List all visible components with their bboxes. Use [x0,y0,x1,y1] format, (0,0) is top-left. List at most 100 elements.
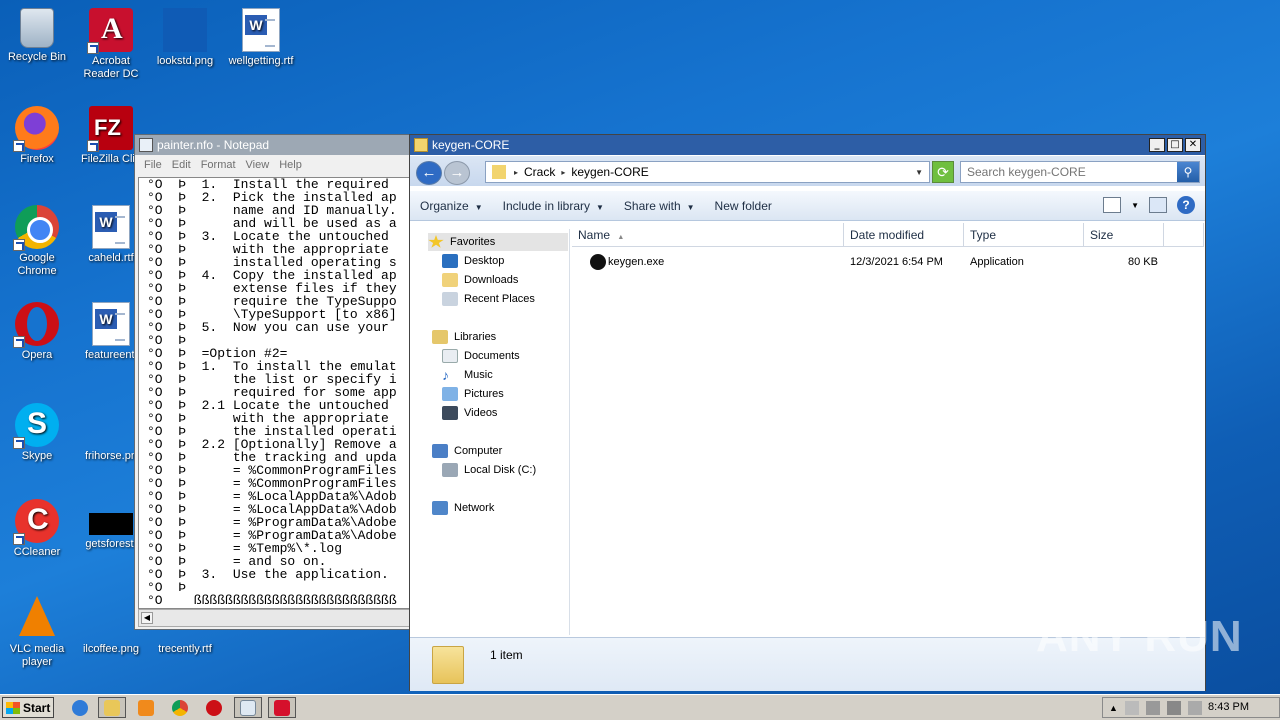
nav-local-disk[interactable]: Local Disk (C:) [442,461,536,479]
menu-file[interactable]: File [139,159,167,171]
disk-icon [442,463,458,477]
column-header-spacer [1164,223,1204,247]
forward-button[interactable]: → [444,161,470,185]
nav-desktop[interactable]: Desktop [442,252,504,270]
file-row[interactable]: keygen.exe 12/3/2021 6:54 PM Application… [572,253,1172,273]
column-header-size[interactable]: Size [1084,223,1164,247]
nav-libraries[interactable]: Libraries [432,328,496,346]
volume-icon[interactable] [1145,700,1160,715]
network-status-icon[interactable] [1166,700,1181,715]
nav-favorites[interactable]: Favorites [428,233,568,251]
menu-format[interactable]: Format [196,159,241,171]
notepad-titlebar[interactable]: painter.nfo - Notepad [135,135,411,155]
desktop-icon-label: Google Chrome [17,252,57,277]
search-box[interactable]: ⚲ [960,161,1200,183]
nav-downloads[interactable]: Downloads [442,271,518,289]
column-header-name[interactable]: Name ▲ [572,223,844,247]
notepad-text-area[interactable]: °O Þ 1. Install the required °O Þ 2. Pick… [138,177,410,609]
taskbar-explorer[interactable] [98,697,126,718]
column-header-type[interactable]: Type [964,223,1084,247]
image-file-icon [89,513,133,535]
downloads-icon [442,273,458,287]
nav-documents[interactable]: Documents [442,347,520,365]
menu-help[interactable]: Help [274,159,307,171]
chevron-right-icon[interactable]: ▸ [559,168,567,177]
music-icon: ♪ [442,367,449,383]
nav-recent-places[interactable]: Recent Places [442,290,535,308]
include-in-library-button[interactable]: Include in library ▼ [493,199,614,213]
preview-pane-icon[interactable] [1149,197,1167,213]
taskbar-keygen[interactable] [268,697,296,718]
scroll-left-icon[interactable]: ◀ [141,612,153,624]
nav-pictures[interactable]: Pictures [442,385,504,403]
clock[interactable]: 8:43 PM [1208,701,1249,713]
folder-icon [432,646,464,684]
share-with-button[interactable]: Share with ▼ [614,199,705,213]
menu-view[interactable]: View [241,159,275,171]
start-button[interactable]: Start [2,697,54,718]
desktop-icon-acrobat[interactable]: Acrobat Reader DC [74,8,148,81]
star-icon [428,235,444,248]
desktop-icon-skype[interactable]: Skype [0,403,74,463]
word-doc-icon [242,8,280,52]
libraries-icon [432,330,448,344]
desktop-icon-ccleaner[interactable]: CCleaner [0,499,74,559]
videos-icon [442,406,458,420]
ccleaner-icon [13,499,59,545]
file-list: Name ▲ Date modified Type Size keygen.ex… [572,223,1204,635]
nav-label: Videos [464,407,498,419]
vlc-icon [19,596,55,636]
help-icon[interactable]: ? [1177,196,1195,214]
explorer-window[interactable]: keygen-CORE _ □ ✕ ← → ▸ Crack ▸ keygen-C… [409,134,1206,691]
desktop-icon-wellgetting[interactable]: wellgetting.rtf [224,8,298,68]
nav-music[interactable]: ♪ Music [442,366,493,384]
taskbar-opera[interactable] [200,697,228,718]
horizontal-scrollbar[interactable]: ◀ [138,609,410,627]
file-size: 80 KB [1128,256,1158,268]
back-button[interactable]: ← [416,161,442,185]
refresh-button[interactable]: ⟳ [932,161,954,183]
desktop-icon-lookstd[interactable]: lookstd.png [148,8,222,68]
chevron-right-icon[interactable]: ▸ [512,168,520,177]
column-header-date[interactable]: Date modified [844,223,964,247]
nav-network[interactable]: Network [432,499,494,517]
notepad-window[interactable]: painter.nfo - Notepad File Edit Format V… [134,134,412,630]
taskbar-chrome[interactable] [166,697,194,718]
breadcrumb-keygen-core[interactable]: keygen-CORE [567,165,652,179]
chevron-down-icon[interactable]: ▼ [1131,201,1139,210]
search-icon[interactable]: ⚲ [1177,162,1199,182]
address-bar-area: ← → ▸ Crack ▸ keygen-CORE ▼ ⟳ ⚲ [410,156,1205,186]
minimize-button[interactable]: _ [1149,138,1165,152]
desktop-icon-opera[interactable]: Opera [0,302,74,362]
taskbar-ie[interactable] [66,697,94,718]
desktop-icon-chrome[interactable]: Google Chrome [0,205,74,278]
nav-videos[interactable]: Videos [442,404,497,422]
flag-icon[interactable] [1124,700,1139,715]
explorer-titlebar[interactable]: keygen-CORE _ □ ✕ [410,135,1205,155]
include-label: Include in library [502,198,590,213]
chevron-down-icon[interactable]: ▼ [913,168,929,177]
nav-computer[interactable]: Computer [432,442,502,460]
start-label: Start [23,700,51,715]
acrobat-icon [87,8,133,54]
chevron-up-icon[interactable]: ▲ [1109,703,1118,713]
system-tray: ▲ 8:43 PM [1102,697,1280,718]
maximize-button[interactable]: □ [1167,138,1183,152]
breadcrumb-crack[interactable]: Crack [520,165,559,179]
notepad-icon [139,138,153,152]
search-input[interactable] [961,162,1171,182]
organize-label: Organize [420,198,469,213]
new-folder-button[interactable]: New folder [705,199,782,213]
change-view-icon[interactable] [1103,197,1122,213]
close-button[interactable]: ✕ [1185,138,1201,152]
computer-icon [432,444,448,458]
desktop-icon-recycle-bin[interactable]: Recycle Bin [0,8,74,64]
organize-button[interactable]: Organize ▼ [410,199,493,213]
menu-edit[interactable]: Edit [167,159,196,171]
address-bar[interactable]: ▸ Crack ▸ keygen-CORE ▼ [485,161,930,183]
taskbar-notepad[interactable] [234,697,262,718]
action-center-icon[interactable] [1187,700,1202,715]
taskbar-media-player[interactable] [132,697,160,718]
desktop-icon-firefox[interactable]: Firefox [0,106,74,166]
desktop-icon-vlc[interactable]: VLC media player [0,596,74,669]
